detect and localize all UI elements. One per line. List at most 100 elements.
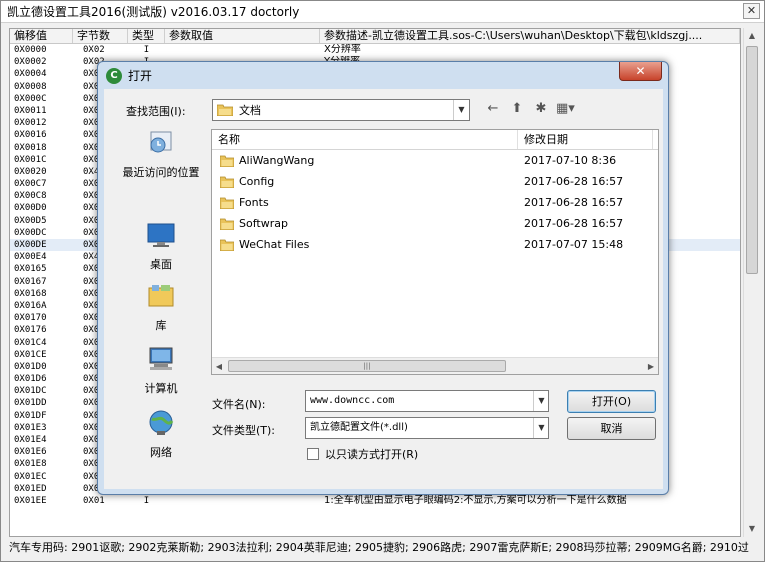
file-name-cell: Fonts [212, 196, 518, 209]
file-list-item[interactable]: AliWangWang 2017-07-10 8:36 [212, 150, 658, 171]
file-name-cell: AliWangWang [212, 154, 518, 167]
file-name-text: Fonts [239, 196, 269, 209]
place-recent[interactable]: 最近访问的位置 [116, 129, 206, 180]
cell-offset: 0X0176 [14, 325, 47, 336]
column-header-value[interactable]: 参数取值 [165, 29, 320, 43]
file-list-item[interactable]: WeChat Files 2017-07-07 15:48 [212, 234, 658, 255]
cell-offset: 0X01DF [14, 410, 47, 421]
cell-offset: 0X01D6 [14, 374, 47, 385]
file-name-text: AliWangWang [239, 154, 315, 167]
checkbox-box[interactable] [307, 448, 319, 460]
hscroll-thumb[interactable]: ||| [228, 360, 506, 372]
column-header-name[interactable]: 名称 [212, 130, 518, 149]
folder-icon [220, 218, 234, 230]
column-header-bytes[interactable]: 字节数 [73, 29, 128, 43]
file-name-cell: WeChat Files [212, 238, 518, 251]
file-list-rows: AliWangWang 2017-07-10 8:36 Config 2017-06-… [212, 150, 658, 255]
cell-offset: 0X01C4 [14, 337, 47, 348]
cell-offset: 0X0000 [14, 45, 47, 55]
cell-offset: 0X001C [14, 154, 47, 165]
cell-offset: 0X01ED [14, 483, 47, 494]
cell-offset: 0X00E4 [14, 252, 47, 263]
file-name-dropdown-icon[interactable]: ▼ [533, 391, 549, 411]
file-date-cell: 2017-07-07 15:48 [524, 238, 624, 251]
place-network[interactable]: 网络 [116, 409, 206, 460]
file-name-text: Softwrap [239, 217, 288, 230]
up-folder-icon[interactable]: ⬆ [508, 101, 526, 116]
column-header-type[interactable]: 类型 [128, 29, 165, 43]
look-in-value: 文档 [239, 104, 261, 117]
file-name-cell: Config [212, 175, 518, 188]
back-arrow-icon[interactable]: ← [484, 101, 502, 116]
file-list-item[interactable]: Config 2017-06-28 16:57 [212, 171, 658, 192]
cell-value [165, 495, 320, 507]
cell-description: 1:全车机型由显示电子眼编码2:不显示,方案可以分析一下是什么数据 [324, 494, 627, 506]
file-list-item[interactable]: Fonts 2017-06-28 16:57 [212, 192, 658, 213]
scroll-thumb[interactable] [746, 46, 758, 274]
readonly-checkbox[interactable]: 以只读方式打开(R) [307, 446, 418, 462]
cell-offset: 0X01E3 [14, 422, 47, 433]
recent-places-icon [150, 131, 172, 153]
cell-offset: 0X0165 [14, 264, 47, 275]
dialog-body: 查找范围(I): 文档 ▼ ← ⬆ ✱ ▦▾ 最近访问的位置 桌面 库 计算机 … [104, 89, 663, 489]
cell-value [165, 44, 320, 56]
file-list-item[interactable]: Softwrap 2017-06-28 16:57 [212, 213, 658, 234]
open-button[interactable]: 打开(O) [567, 390, 656, 413]
cell-offset: 0X01EC [14, 471, 47, 482]
place-libraries-label: 库 [155, 319, 167, 332]
open-file-dialog: C 打开 ✕ 查找范围(I): 文档 ▼ ← ⬆ ✱ ▦▾ 最近访问的位置 桌面… [97, 61, 669, 495]
file-list-header: 名称 修改日期 [212, 130, 658, 150]
cell-offset: 0X01E4 [14, 435, 47, 445]
scroll-right-arrow-icon[interactable]: ▶ [644, 358, 658, 375]
cell-offset: 0X0170 [14, 313, 47, 324]
file-date-cell: 2017-07-10 8:36 [524, 154, 617, 167]
table-row[interactable]: 0X01EE 0X01 I 1:全车机型由显示电子眼编码2:不显示,方案可以分析一下是… [10, 495, 740, 507]
cell-offset: 0X00D0 [14, 203, 47, 214]
cell-offset: 0X0016 [14, 130, 47, 141]
place-computer[interactable]: 计算机 [116, 345, 206, 396]
cell-offset: 0X01DC [14, 386, 47, 397]
dialog-titlebar: C 打开 ✕ [98, 62, 668, 89]
table-row[interactable]: 0X0000 0X02 I X分辨率 [10, 44, 740, 56]
file-list-hscrollbar[interactable]: ◀ ||| ▶ [212, 357, 658, 374]
place-libraries[interactable]: 库 [116, 282, 206, 333]
chevron-down-icon[interactable]: ▼ [453, 100, 469, 120]
folder-icon [220, 197, 234, 209]
dialog-title: 打开 [128, 69, 153, 83]
folder-icon [220, 155, 234, 167]
cell-offset: 0X00DE [14, 240, 47, 250]
status-bar: 汽车专用码: 2901讴歌; 2902克莱斯勒; 2903法拉利; 2904英菲… [9, 541, 749, 554]
file-type-dropdown-icon[interactable]: ▼ [533, 418, 549, 438]
cell-type: I [143, 45, 150, 55]
cell-offset: 0X016A [14, 300, 47, 311]
main-titlebar: 凯立德设置工具2016(测试版) v2016.03.17 doctorly [1, 1, 764, 23]
new-folder-icon[interactable]: ✱ [532, 101, 550, 116]
cell-type: I [143, 495, 150, 506]
network-globe-icon [149, 410, 174, 435]
file-name-input[interactable]: www.downcc.com [305, 390, 549, 412]
column-header-offset[interactable]: 偏移值 [10, 29, 73, 43]
cancel-button[interactable]: 取消 [567, 417, 656, 440]
folder-icon [220, 239, 234, 251]
dialog-close-button[interactable]: ✕ [619, 62, 662, 81]
scroll-left-arrow-icon[interactable]: ◀ [212, 358, 226, 375]
file-date-cell: 2017-06-28 16:57 [524, 175, 624, 188]
file-list[interactable]: 名称 修改日期 AliWangWang 2017-07-10 8:36 Config… [211, 129, 659, 375]
column-header-description[interactable]: 参数描述-凯立德设置工具.sos-C:\Users\wuhan\Desktop\… [320, 29, 740, 43]
scroll-down-arrow-icon[interactable]: ▼ [744, 521, 760, 537]
file-name-text: Config [239, 175, 275, 188]
parameter-list-vscrollbar[interactable]: ▲ ▼ [743, 28, 760, 537]
cell-description: X分辨率 [324, 44, 361, 55]
view-menu-icon[interactable]: ▦▾ [556, 101, 575, 116]
places-bar: 最近访问的位置 桌面 库 计算机 网络 [116, 129, 206, 459]
place-network-label: 网络 [150, 446, 172, 459]
scroll-up-arrow-icon[interactable]: ▲ [744, 28, 760, 44]
cell-offset: 0X01CE [14, 349, 47, 360]
computer-icon [149, 347, 173, 370]
column-header-modified[interactable]: 修改日期 [518, 130, 653, 149]
cell-offset: 0X00DC [14, 227, 47, 238]
main-close-button[interactable]: ✕ [743, 3, 760, 19]
look-in-combobox[interactable]: 文档 ▼ [212, 99, 470, 121]
place-desktop[interactable]: 桌面 [116, 221, 206, 272]
file-type-select[interactable]: 凯立德配置文件(*.dll) [305, 417, 549, 439]
